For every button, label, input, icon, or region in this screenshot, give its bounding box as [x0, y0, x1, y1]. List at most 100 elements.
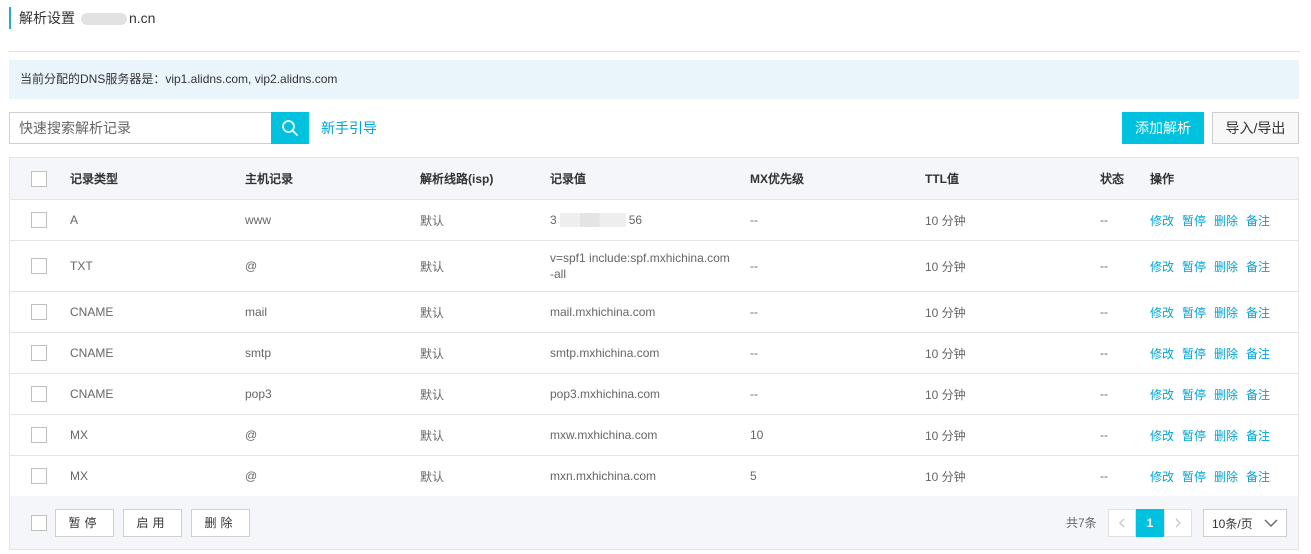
record-type: CNAME: [70, 305, 114, 319]
resolution-line: 默认: [420, 305, 445, 320]
record-status: --: [1100, 428, 1108, 442]
record-value-suffix: 56: [628, 213, 643, 227]
col-header-host: 主机记录: [245, 172, 294, 186]
ttl-value: 10 分钟: [925, 387, 966, 402]
beginner-guide-link[interactable]: 新手引导: [321, 112, 377, 144]
record-value: 3 56: [550, 200, 735, 240]
delete-link[interactable]: 删除: [1214, 468, 1238, 485]
search-icon: [282, 120, 298, 136]
delete-link[interactable]: 删除: [1214, 386, 1238, 403]
resolution-line: 默认: [420, 213, 445, 228]
page-size-select[interactable]: 10条/页: [1203, 509, 1287, 537]
edit-link[interactable]: 修改: [1150, 468, 1174, 485]
record-value: v=spf1 include:spf.mxhichina.com -all: [550, 251, 730, 281]
edit-link[interactable]: 修改: [1150, 258, 1174, 275]
pause-link[interactable]: 暂停: [1182, 468, 1206, 485]
col-header-value: 记录值: [550, 171, 587, 186]
row-checkbox[interactable]: [31, 427, 47, 443]
ttl-value: 10 分钟: [925, 428, 966, 443]
table-row: A www 默认 3 56 -- 10 分钟 -- 修改 暂停 删除 备注: [10, 200, 1298, 241]
pause-link[interactable]: 暂停: [1182, 212, 1206, 229]
mx-priority: --: [750, 346, 758, 360]
footer-select-all-checkbox[interactable]: [31, 515, 47, 531]
edit-link[interactable]: 修改: [1150, 345, 1174, 362]
delete-link[interactable]: 删除: [1214, 304, 1238, 321]
remark-link[interactable]: 备注: [1246, 258, 1270, 275]
ttl-value: 10 分钟: [925, 469, 966, 484]
remark-link[interactable]: 备注: [1246, 304, 1270, 321]
pause-link[interactable]: 暂停: [1182, 345, 1206, 362]
redacted-ip: [559, 213, 626, 227]
col-header-actions: 操作: [1150, 172, 1175, 186]
record-type: MX: [70, 428, 88, 442]
table-row: CNAME mail 默认 mail.mxhichina.com -- 10 分…: [10, 292, 1298, 333]
table-row: MX @ 默认 mxw.mxhichina.com 10 10 分钟 -- 修改…: [10, 415, 1298, 456]
pause-link[interactable]: 暂停: [1182, 304, 1206, 321]
redacted-domain: [81, 13, 127, 26]
table-header: 记录类型 主机记录 解析线路(isp) 记录值 MX优先级 TTL值 状态 操作: [10, 158, 1298, 200]
page-title: 解析设置 n.cn: [9, 7, 155, 29]
next-page-button[interactable]: [1164, 509, 1192, 537]
row-actions: 修改 暂停 删除 备注: [1150, 415, 1278, 455]
col-header-ttl: TTL值: [925, 172, 959, 186]
search-box: [9, 112, 309, 144]
row-actions: 修改 暂停 删除 备注: [1150, 200, 1278, 240]
row-checkbox[interactable]: [31, 212, 47, 228]
row-actions: 修改 暂停 删除 备注: [1150, 241, 1278, 291]
remark-link[interactable]: 备注: [1246, 386, 1270, 403]
table-row: MX @ 默认 mxn.mxhichina.com 5 10 分钟 -- 修改暂…: [10, 456, 1298, 497]
record-type: CNAME: [70, 387, 114, 401]
mx-priority: 10: [750, 428, 764, 442]
pause-link[interactable]: 暂停: [1182, 427, 1206, 444]
delete-link[interactable]: 删除: [1214, 258, 1238, 275]
ttl-value: 10 分钟: [925, 305, 966, 320]
edit-link[interactable]: 修改: [1150, 212, 1174, 229]
delete-link[interactable]: 删除: [1214, 345, 1238, 362]
pause-link[interactable]: 暂停: [1182, 258, 1206, 275]
remark-link[interactable]: 备注: [1246, 212, 1270, 229]
remark-link[interactable]: 备注: [1246, 345, 1270, 362]
prev-page-button[interactable]: [1108, 509, 1136, 537]
resolution-line: 默认: [420, 346, 445, 361]
edit-link[interactable]: 修改: [1150, 427, 1174, 444]
batch-delete-button[interactable]: 删除: [191, 509, 250, 537]
total-count: 共7条: [1066, 516, 1097, 530]
row-checkbox[interactable]: [31, 258, 47, 274]
resolution-line: 默认: [420, 259, 445, 274]
batch-pause-button[interactable]: 暂停: [55, 509, 114, 537]
records-table: 记录类型 主机记录 解析线路(isp) 记录值 MX优先级 TTL值 状态 操作…: [9, 157, 1299, 497]
page-button-current[interactable]: 1: [1136, 509, 1164, 537]
col-header-line: 解析线路(isp): [420, 172, 494, 186]
search-button[interactable]: [271, 112, 309, 144]
select-all-checkbox[interactable]: [31, 170, 47, 187]
host-record: pop3: [245, 387, 272, 401]
pause-link[interactable]: 暂停: [1182, 386, 1206, 403]
edit-link[interactable]: 修改: [1150, 304, 1174, 321]
remark-link[interactable]: 备注: [1246, 468, 1270, 485]
record-type: CNAME: [70, 346, 114, 360]
resolution-line: 默认: [420, 387, 445, 402]
row-actions: 修改 暂停 删除 备注: [1150, 333, 1278, 373]
record-value: pop3.mxhichina.com: [550, 387, 661, 401]
row-checkbox[interactable]: [31, 386, 47, 402]
row-actions: 修改 暂停 删除 备注: [1150, 292, 1278, 332]
add-record-button[interactable]: 添加解析: [1122, 112, 1204, 144]
dns-server-notice-text: 当前分配的DNS服务器是：vip1.alidns.com, vip2.alidn…: [20, 72, 338, 86]
delete-link[interactable]: 删除: [1214, 212, 1238, 229]
batch-enable-button[interactable]: 启用: [123, 509, 182, 537]
row-checkbox[interactable]: [31, 304, 47, 320]
resolution-line: 默认: [420, 428, 445, 443]
header-divider: [9, 51, 1300, 52]
chevron-right-icon: [1175, 518, 1181, 528]
import-export-button[interactable]: 导入/导出: [1212, 112, 1299, 144]
row-checkbox[interactable]: [31, 468, 47, 484]
ttl-value: 10 分钟: [925, 259, 966, 274]
page-title-text: 解析设置: [19, 10, 75, 26]
host-record: @: [245, 428, 258, 442]
delete-link[interactable]: 删除: [1214, 427, 1238, 444]
record-type: TXT: [70, 259, 93, 273]
edit-link[interactable]: 修改: [1150, 386, 1174, 403]
remark-link[interactable]: 备注: [1246, 427, 1270, 444]
row-checkbox[interactable]: [31, 345, 47, 361]
search-input[interactable]: [9, 112, 271, 144]
